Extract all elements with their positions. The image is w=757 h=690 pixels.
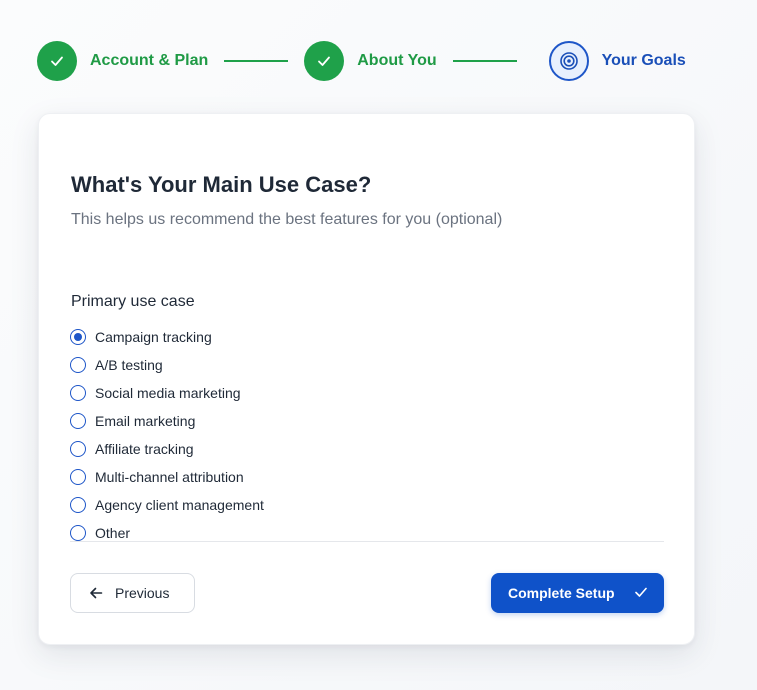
previous-button-label: Previous [115,585,170,601]
step-label: About You [357,51,437,69]
target-icon [559,51,579,71]
step-about-you: About You [304,40,437,81]
use-case-option-label: Email marketing [95,413,196,429]
radio-button[interactable] [70,525,86,541]
step-current-badge [548,40,589,81]
radio-button[interactable] [70,413,86,429]
arrow-left-icon [89,586,103,600]
use-case-option[interactable]: Email marketing [70,407,664,435]
use-case-option-label: Social media marketing [95,385,241,401]
step-your-goals: Your Goals [548,40,686,81]
radio-selected-dot [74,333,82,341]
use-case-option[interactable]: Agency client management [70,491,664,519]
use-case-option[interactable]: Campaign tracking [70,323,664,351]
use-case-option-label: Campaign tracking [95,329,212,345]
check-icon [316,53,332,69]
step-label: Your Goals [601,51,686,69]
use-case-option[interactable]: Social media marketing [70,379,664,407]
use-case-radio-group[interactable]: Campaign tracking A/B testing Social media… [70,323,664,542]
check-icon [49,53,65,69]
step-label: Account & Plan [90,51,209,69]
use-case-option-label: Multi-channel attribution [95,469,244,485]
step-connector [224,59,289,62]
step-completed-badge [37,40,77,81]
complete-setup-button[interactable]: Complete Setup [491,573,664,613]
radio-button[interactable] [70,469,86,485]
primary-use-case-label: Primary use case [71,293,195,310]
radio-button[interactable] [70,329,86,345]
radio-button[interactable] [70,441,86,457]
use-case-option[interactable]: A/B testing [70,351,664,379]
progress-stepper: Account & Plan About You Your Goals [37,40,686,81]
step-account-plan: Account & Plan [37,40,209,81]
page-subtitle: This helps us recommend the best feature… [71,211,503,228]
check-icon [634,585,648,599]
previous-button[interactable]: Previous [70,573,195,613]
use-case-option-label: A/B testing [95,357,163,373]
radio-button[interactable] [70,357,86,373]
use-case-option-label: Agency client management [95,497,264,513]
use-case-option-label: Affiliate tracking [95,441,194,457]
step-connector [452,59,517,62]
use-case-option-label: Other [95,525,131,541]
page-title: What's Your Main Use Case? [71,172,372,197]
use-case-option[interactable]: Affiliate tracking [70,435,664,463]
use-case-option[interactable]: Other [70,519,664,541]
use-case-option[interactable]: Multi-channel attribution [70,463,664,491]
step-completed-badge [304,40,345,81]
radio-button[interactable] [70,497,86,513]
use-case-card: What's Your Main Use Case? This helps us… [38,113,695,645]
radio-button[interactable] [70,385,86,401]
complete-setup-label: Complete Setup [508,585,615,601]
